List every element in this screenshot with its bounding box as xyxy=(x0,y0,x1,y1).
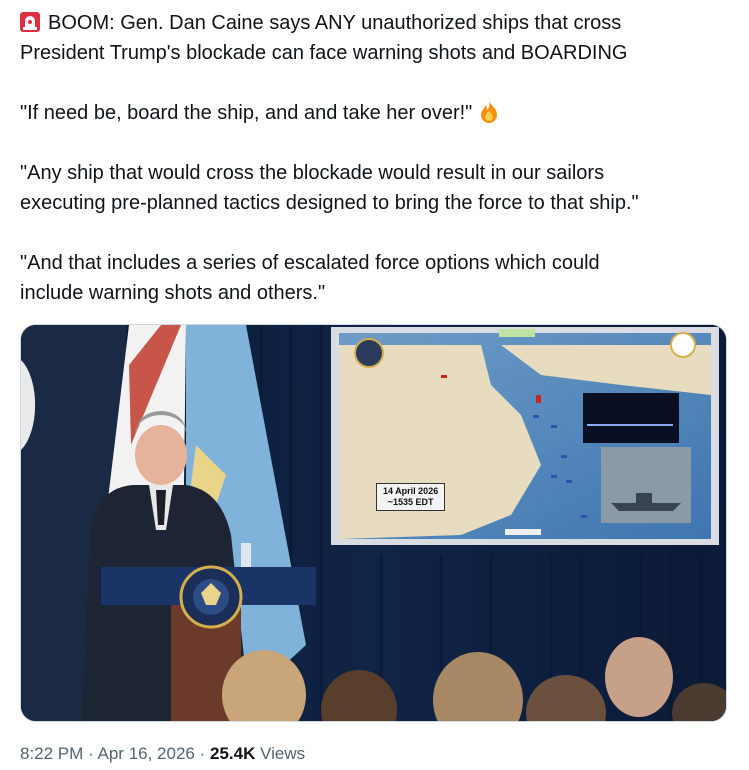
post-time[interactable]: 8:22 PM xyxy=(20,744,83,763)
map-date: 14 April 2026 xyxy=(383,486,439,496)
meta-separator-2: · xyxy=(199,744,206,763)
map-timestamp-label: 14 April 2026 ~1535 EDT xyxy=(376,483,446,511)
quote-3-line-2: include warning shots and others." xyxy=(20,282,326,304)
headline-line-2: President Trump's blockade can face warn… xyxy=(20,42,628,64)
quote-1-text: "If need be, board the ship, and and tak… xyxy=(20,102,473,124)
siren-icon xyxy=(20,11,40,32)
headline: BOOM: Gen. Dan Caine says ANY unauthoriz… xyxy=(20,8,720,68)
views-label: Views xyxy=(260,744,306,763)
post-date[interactable]: Apr 16, 2026 xyxy=(98,744,195,763)
quote-2: "Any ship that would cross the blockade … xyxy=(20,158,720,218)
quote-2-line-1: "Any ship that would cross the blockade … xyxy=(20,162,605,184)
meta-separator: · xyxy=(88,744,94,763)
press-briefing-photo xyxy=(21,325,726,721)
headline-line-1: BOOM: Gen. Dan Caine says ANY unauthoriz… xyxy=(48,12,622,34)
map-time: ~1535 EDT xyxy=(387,497,434,507)
quote-1: "If need be, board the ship, and and tak… xyxy=(20,98,720,128)
fire-icon xyxy=(478,100,500,124)
quote-3-line-1: "And that includes a series of escalated… xyxy=(20,252,600,274)
quote-2-line-2: executing pre-planned tactics designed t… xyxy=(20,192,639,214)
attached-photo[interactable]: 14 April 2026 ~1535 EDT xyxy=(20,324,727,722)
views-count[interactable]: 25.4K xyxy=(210,744,255,763)
quote-3: "And that includes a series of escalated… xyxy=(20,248,720,308)
post-text: BOOM: Gen. Dan Caine says ANY unauthoriz… xyxy=(20,8,720,338)
post-meta: 8:22 PM · Apr 16, 2026 · 25.4K Views xyxy=(20,742,305,766)
